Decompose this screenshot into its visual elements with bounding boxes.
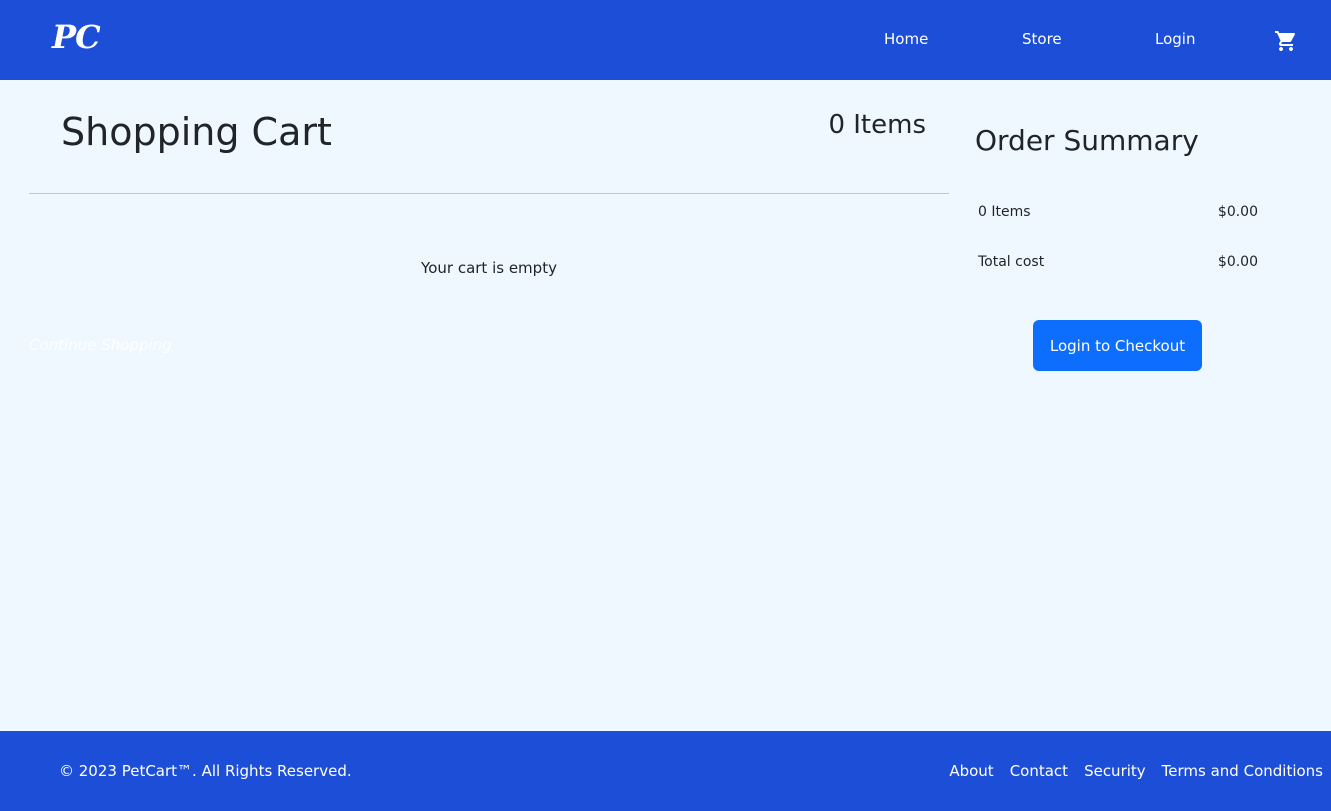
- footer-link-contact[interactable]: Contact: [1010, 762, 1068, 780]
- footer-link-security[interactable]: Security: [1084, 762, 1146, 780]
- footer-link-about[interactable]: About: [949, 762, 993, 780]
- summary-total-value: $0.00: [1218, 254, 1258, 270]
- footer: © 2023 PetCart™. All Rights Reserved. Ab…: [0, 731, 1331, 811]
- summary-items-value: $0.00: [1218, 204, 1258, 220]
- login-to-checkout-button[interactable]: Login to Checkout: [1033, 320, 1202, 371]
- navbar: PC Home Store Login: [0, 0, 1331, 80]
- nav-login-link[interactable]: Login: [1155, 30, 1195, 48]
- footer-link-terms[interactable]: Terms and Conditions: [1162, 762, 1323, 780]
- nav-store-link[interactable]: Store: [1022, 30, 1062, 48]
- shopping-cart-icon[interactable]: [1274, 29, 1298, 53]
- empty-cart-message: Your cart is empty: [29, 259, 949, 277]
- brand-logo[interactable]: PC: [52, 18, 100, 56]
- summary-items-label: 0 Items: [978, 204, 1031, 220]
- divider: [29, 193, 949, 194]
- page-title: Shopping Cart: [61, 110, 332, 154]
- footer-links: About Contact Security Terms and Conditi…: [949, 762, 1323, 780]
- order-summary-title: Order Summary: [975, 124, 1199, 157]
- cart-item-count: 0 Items: [828, 110, 926, 140]
- footer-copyright: © 2023 PetCart™. All Rights Reserved.: [59, 762, 352, 780]
- continue-shopping-link[interactable]: Continue Shopping: [29, 336, 172, 354]
- nav-home-link[interactable]: Home: [884, 30, 928, 48]
- summary-total-label: Total cost: [978, 254, 1044, 270]
